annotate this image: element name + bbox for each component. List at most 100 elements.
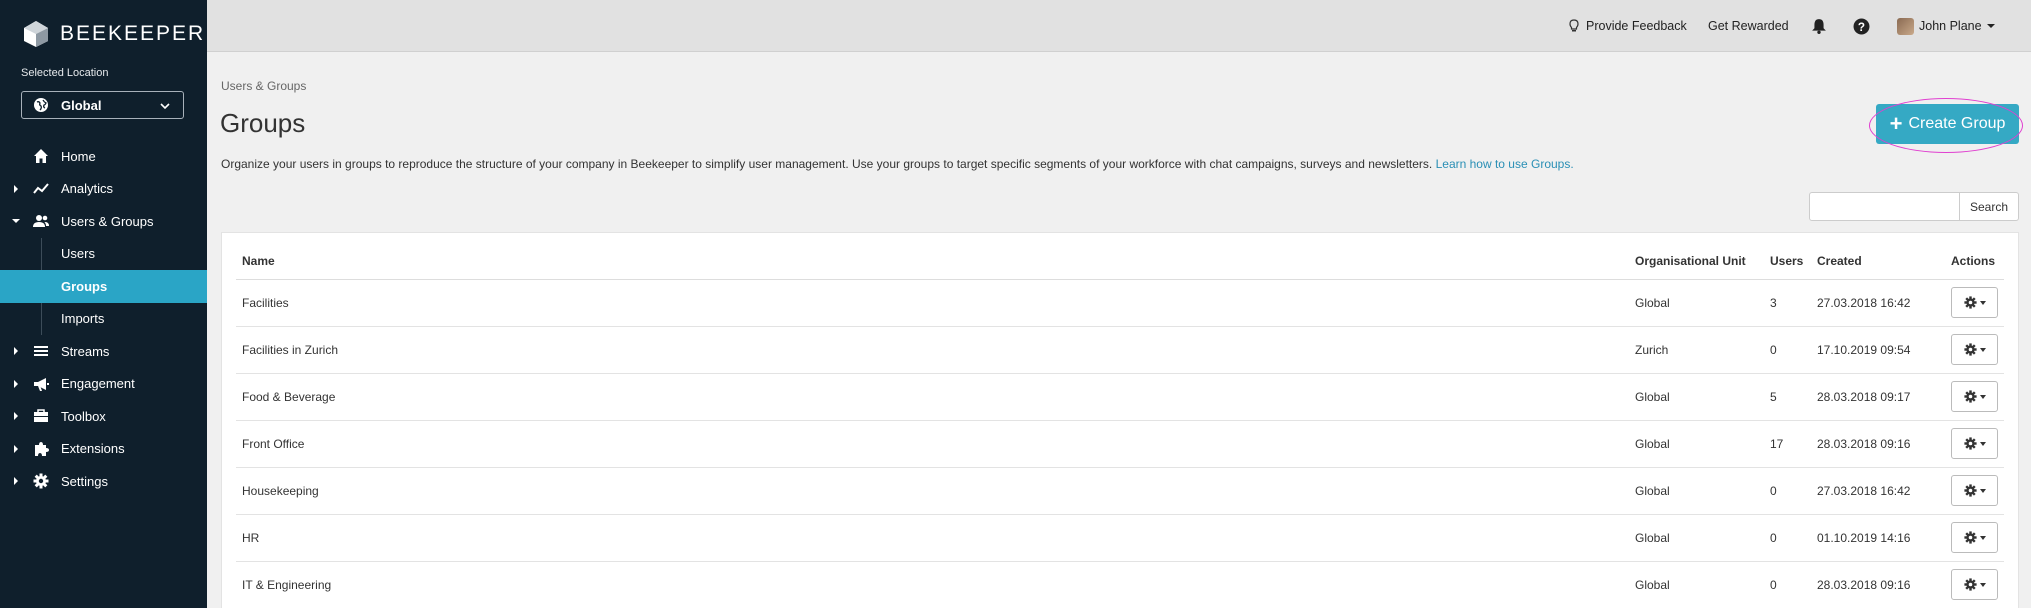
group-name[interactable]: IT & Engineering [242, 562, 331, 608]
sidebar-item-label: Users [61, 246, 95, 262]
group-users: 0 [1770, 531, 1777, 545]
gear-icon [1963, 343, 1977, 356]
sidebar-item-extensions[interactable]: Extensions [0, 433, 207, 466]
provide-feedback-label: Provide Feedback [1586, 19, 1687, 33]
column-header-name[interactable]: Name [242, 254, 275, 268]
sidebar-item-label: Engagement [61, 376, 135, 392]
sidebar-item-settings[interactable]: Settings [0, 465, 207, 498]
group-created: 28.03.2018 09:17 [1817, 390, 1911, 404]
caret-down-icon [1979, 347, 1986, 352]
row-actions-button[interactable] [1951, 475, 1998, 506]
row-actions-button[interactable] [1951, 428, 1998, 459]
sidebar-item-label: Imports [61, 311, 105, 327]
group-unit: Global [1635, 531, 1670, 545]
group-users: 5 [1770, 390, 1777, 404]
row-actions-button[interactable] [1951, 334, 1998, 365]
bell-icon [1812, 19, 1826, 34]
provide-feedback-link[interactable]: Provide Feedback [1567, 0, 1687, 52]
group-name[interactable]: Housekeeping [242, 468, 319, 514]
group-created: 01.10.2019 14:16 [1817, 531, 1911, 545]
group-unit: Zurich [1635, 343, 1669, 357]
location-select[interactable]: Global [21, 91, 184, 119]
breadcrumb[interactable]: Users & Groups [221, 79, 306, 93]
help-button[interactable]: ? [1853, 0, 1870, 52]
table-row: Facilities Global 3 27.03.2018 16:42 [236, 280, 2004, 327]
get-rewarded-label: Get Rewarded [1708, 19, 1789, 33]
caret-right-icon[interactable] [12, 184, 20, 193]
caret-right-icon[interactable] [12, 477, 20, 486]
page-title: Groups [220, 108, 306, 138]
sidebar-item-label: Extensions [61, 441, 125, 457]
row-actions-button[interactable] [1951, 522, 1998, 553]
group-users: 3 [1770, 296, 1777, 310]
column-header-actions: Actions [1951, 254, 1996, 268]
sidebar-item-imports[interactable]: Imports [0, 302, 207, 336]
group-users: 0 [1770, 343, 1777, 357]
group-created: 28.03.2018 09:16 [1817, 578, 1911, 592]
analytics-icon [32, 180, 49, 197]
sidebar-item-users[interactable]: Users [0, 237, 207, 271]
column-header-users[interactable]: Users [1770, 254, 1803, 268]
question-circle-icon: ? [1853, 18, 1870, 34]
create-group-button[interactable]: + Create Group [1876, 104, 2019, 144]
globe-icon [34, 98, 48, 112]
group-name[interactable]: Food & Beverage [242, 374, 335, 420]
notifications-button[interactable] [1811, 0, 1827, 52]
streams-icon [32, 343, 49, 360]
sidebar-item-label: Users & Groups [61, 213, 154, 229]
search-input[interactable] [1809, 192, 1960, 221]
beekeeper-logo[interactable]: BEEKEEPER [22, 20, 205, 48]
row-actions-button[interactable] [1951, 569, 1998, 600]
group-created: 27.03.2018 16:42 [1817, 484, 1911, 498]
sidebar-item-streams[interactable]: Streams [0, 335, 207, 368]
sidebar-item-label: Home [61, 148, 96, 164]
caret-right-icon[interactable] [12, 347, 20, 356]
sidebar-item-groups[interactable]: Groups [0, 270, 207, 303]
sidebar-item-engagement[interactable]: Engagement [0, 368, 207, 401]
sidebar-item-users-groups[interactable]: Users & Groups [0, 205, 207, 238]
caret-right-icon[interactable] [12, 412, 20, 421]
table-row: IT & Engineering Global 0 28.03.2018 09:… [236, 562, 2004, 608]
group-name[interactable]: Facilities in Zurich [242, 327, 338, 373]
chevron-down-icon [160, 103, 170, 110]
caret-down-icon [1979, 582, 1986, 587]
avatar [1897, 17, 1914, 35]
gear-icon [1963, 437, 1977, 450]
group-name[interactable]: Front Office [242, 421, 304, 467]
lightbulb-icon [1569, 19, 1579, 32]
plus-icon: + [1889, 111, 1903, 136]
group-unit: Global [1635, 296, 1670, 310]
column-header-unit[interactable]: Organisational Unit [1635, 254, 1746, 268]
column-header-created[interactable]: Created [1817, 254, 1862, 268]
learn-groups-link[interactable]: Learn how to use Groups. [1436, 157, 1574, 171]
home-icon [32, 148, 49, 165]
sidebar-item-home[interactable]: Home [0, 140, 207, 173]
hexagon-logo-icon [24, 21, 48, 47]
user-menu[interactable]: John Plane [1897, 0, 1995, 52]
group-users: 0 [1770, 578, 1777, 592]
sidebar-item-toolbox[interactable]: Toolbox [0, 400, 207, 433]
row-actions-button[interactable] [1951, 381, 1998, 412]
gear-icon [32, 473, 49, 490]
get-rewarded-link[interactable]: Get Rewarded [1708, 0, 1789, 52]
table-row: HR Global 0 01.10.2019 14:16 [236, 515, 2004, 562]
group-users: 0 [1770, 484, 1777, 498]
table-row: Housekeeping Global 0 27.03.2018 16:42 [236, 468, 2004, 515]
sidebar-item-analytics[interactable]: Analytics [0, 173, 207, 206]
caret-right-icon[interactable] [12, 444, 20, 453]
caret-down-icon[interactable] [12, 217, 20, 225]
group-name[interactable]: Facilities [242, 280, 289, 326]
description-text: Organize your users in groups to reprodu… [221, 157, 1433, 171]
caret-down-icon [1979, 394, 1986, 399]
sidebar-item-label: Groups [61, 278, 108, 294]
group-name[interactable]: HR [242, 515, 259, 561]
row-actions-button[interactable] [1951, 287, 1998, 318]
group-created: 28.03.2018 09:16 [1817, 437, 1911, 451]
search-button[interactable]: Search [1959, 192, 2019, 221]
caret-right-icon[interactable] [12, 379, 20, 388]
user-name: John Plane [1919, 19, 1982, 33]
sidebar-item-label: Settings [61, 473, 108, 489]
caret-down-icon [1979, 488, 1986, 493]
sidebar-item-label: Toolbox [61, 408, 106, 424]
create-group-label: Create Group [1908, 115, 2006, 132]
